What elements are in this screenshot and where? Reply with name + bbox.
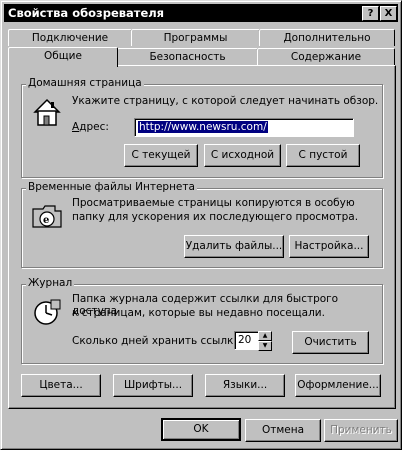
spin-down-icon[interactable]: ▼ [258, 341, 272, 351]
tab-security-label: Безопасность [149, 51, 226, 63]
home-page-group-title: Домашняя страница [26, 77, 144, 89]
temp-files-group-title: Временные файлы Интернета [26, 181, 197, 193]
title-bar[interactable]: Свойства обозревателя ? X [4, 4, 398, 22]
use-blank-button[interactable]: С пустой [286, 144, 360, 167]
cancel-label: Отмена [261, 424, 305, 436]
general-tab-panel: Домашняя страница Укажите страницу, с ко… [8, 65, 396, 409]
use-current-label: С текущей [131, 149, 191, 161]
tab-programs[interactable]: Программы [131, 29, 260, 46]
accessibility-button[interactable]: Оформление... [295, 374, 381, 397]
delete-files-label: Удалить файлы... [185, 240, 283, 252]
svg-text:e: e [43, 215, 49, 226]
clear-history-label: Очистить [304, 336, 357, 348]
tab-general[interactable]: Общие [8, 47, 118, 67]
history-days-value: 20 [238, 334, 252, 346]
window-title: Свойства обозревателя [8, 6, 165, 20]
colors-label: Цвета... [39, 379, 83, 391]
ok-button[interactable]: OK [161, 418, 241, 441]
temp-files-group: Временные файлы Интернета e Просматривае… [21, 181, 383, 268]
use-current-button[interactable]: С текущей [124, 144, 198, 167]
colors-button[interactable]: Цвета... [21, 374, 101, 397]
address-input[interactable]: http://www.newsru.com/ [134, 118, 354, 137]
use-blank-label: С пустой [298, 149, 348, 161]
apply-button: Применить [324, 419, 398, 442]
ok-label: OK [193, 423, 209, 435]
apply-label: Применить [330, 424, 392, 436]
tab-connections-label: Подключение [31, 32, 109, 44]
languages-button[interactable]: Языки... [205, 374, 285, 397]
tab-advanced[interactable]: Дополнительно [259, 29, 395, 46]
temp-settings-label: Настройка... [294, 240, 364, 252]
history-days-spinner[interactable]: ▲ ▼ [258, 331, 272, 351]
home-page-description: Укажите страницу, с которой следует начи… [72, 95, 379, 107]
fonts-label: Шрифты... [123, 379, 183, 391]
close-button[interactable]: X [380, 6, 397, 21]
languages-label: Языки... [222, 379, 268, 391]
history-clock-icon [34, 299, 61, 325]
temp-files-description-line2: папку для ускорения их последующего прос… [72, 211, 359, 223]
temp-settings-button[interactable]: Настройка... [289, 235, 369, 258]
properties-dialog: Свойства обозревателя ? X Подключение Пр… [0, 0, 402, 450]
temp-files-description-line1: Просматриваемые страницы копируются в ос… [72, 197, 355, 209]
tab-connections[interactable]: Подключение [8, 29, 132, 46]
history-group: Журнал Папка журнала содержит ссылки для… [21, 277, 383, 364]
tab-content[interactable]: Содержание [257, 48, 395, 65]
accessibility-label: Оформление... [297, 379, 379, 391]
history-days-input[interactable]: 20 [234, 331, 259, 350]
home-page-group: Домашняя страница Укажите страницу, с ко… [21, 77, 383, 178]
delete-files-button[interactable]: Удалить файлы... [184, 235, 284, 258]
clear-history-button[interactable]: Очистить [292, 331, 369, 354]
home-page-icon [33, 98, 61, 126]
help-button[interactable]: ? [362, 6, 379, 21]
tab-programs-label: Программы [163, 32, 228, 44]
history-days-label: Сколько дней хранить ссылки: [72, 335, 244, 347]
tab-general-label: Общие [44, 50, 82, 62]
address-label: Адрес: [72, 121, 109, 133]
use-default-button[interactable]: С исходной [204, 144, 281, 167]
history-group-title: Журнал [26, 277, 75, 289]
spin-up-icon[interactable]: ▲ [258, 331, 272, 341]
tab-advanced-label: Дополнительно [283, 32, 371, 44]
tab-security[interactable]: Безопасность [117, 48, 258, 65]
history-description-line2: к страницам, которые вы недавно посещали… [72, 307, 325, 319]
use-default-label: С исходной [210, 149, 275, 161]
temp-files-folder-icon: e [32, 205, 62, 228]
cancel-button[interactable]: Отмена [245, 419, 321, 442]
fonts-button[interactable]: Шрифты... [113, 374, 193, 397]
address-value: http://www.newsru.com/ [138, 121, 268, 133]
tab-content-label: Содержание [290, 51, 362, 63]
